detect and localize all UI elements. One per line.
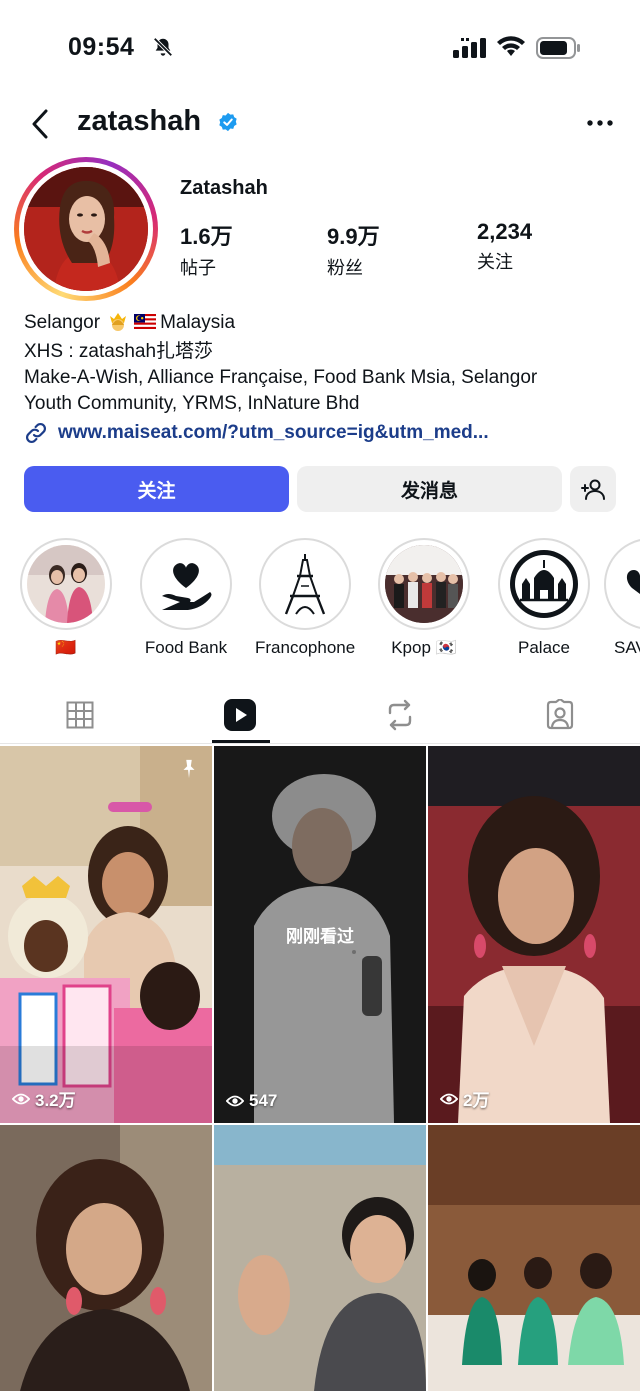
bell-muted-icon [152, 36, 174, 63]
avatar [24, 167, 148, 291]
tabs-divider [0, 743, 640, 744]
reel-thumbnail [0, 746, 212, 1123]
more-options-button[interactable] [580, 108, 620, 138]
highlight-label: Food Bank [144, 638, 228, 657]
follow-button-label: 关注 [137, 480, 176, 502]
eye-icon [440, 1093, 458, 1104]
status-bar: 09:54 [0, 0, 640, 96]
reel-tile[interactable] [428, 1125, 640, 1391]
bio: Selangor Malaysia XHS : zatashah扎塔莎 Make-… [24, 309, 624, 417]
follow-button[interactable]: 关注 [24, 466, 289, 512]
stat-following[interactable]: 2,234 关注 [477, 219, 532, 274]
tab-reposts[interactable] [320, 686, 480, 744]
recently-viewed-label: 刚刚看过 [286, 927, 354, 946]
highlight-label: Kpop 🇰🇷 [391, 638, 457, 657]
tagged-icon [546, 699, 574, 730]
eye-icon [12, 1093, 30, 1104]
profile-username: zatashah [77, 105, 202, 137]
bio-line-2: XHS : zatashah扎塔莎 [24, 341, 214, 362]
reel-thumbnail [0, 1125, 212, 1391]
story-ring[interactable] [14, 157, 158, 301]
pinned-icon [178, 758, 200, 785]
princess-emoji-icon [106, 309, 130, 339]
profile-tabs [0, 686, 640, 744]
bio-link[interactable]: www.maiseat.com/?utm_source=ig&utm_med..… [24, 421, 489, 445]
stat-posts-label: 帖子 [180, 258, 216, 278]
reels-icon [224, 699, 256, 731]
reel-views: 2万 [440, 1086, 489, 1111]
link-icon [25, 422, 47, 444]
stat-followers-value: 9.9万 [327, 224, 380, 249]
reel-thumbnail [428, 1125, 640, 1391]
display-name: Zatashah [180, 177, 268, 199]
stat-following-value: 2,234 [477, 219, 533, 244]
reposts-icon [388, 699, 412, 731]
bio-line-3: Make-A-Wish, Alliance Française, Food Ba… [24, 367, 538, 388]
highlight-cover-photo [27, 545, 105, 623]
back-button[interactable] [22, 104, 58, 144]
bio-location: Selangor Malaysia [24, 309, 624, 339]
highlight-label: Palace [518, 638, 570, 657]
bio-location-right: Malaysia [160, 312, 236, 333]
reel-tile[interactable]: 3.2万 [0, 746, 212, 1123]
highlight-label: SAV [614, 638, 640, 657]
suggested-users-button[interactable] [570, 466, 616, 512]
chevron-left-icon [32, 109, 48, 139]
add-person-icon [581, 479, 605, 500]
stat-followers-label: 粉丝 [327, 258, 363, 278]
reel-tile[interactable] [0, 1125, 212, 1391]
highlight-food-bank[interactable]: Food Bank [136, 538, 236, 658]
highlight-palace[interactable]: Palace [494, 538, 594, 658]
message-button-label: 发消息 [400, 480, 458, 502]
tab-reels[interactable] [160, 686, 320, 744]
grid-icon [66, 701, 94, 729]
highlight-cover-photo [385, 545, 463, 623]
highlight-label: 🇨🇳 [55, 638, 77, 657]
reel-views-count: 2万 [463, 1091, 490, 1110]
heart-hand-icon [147, 545, 225, 623]
bio-location-left: Selangor [24, 312, 101, 333]
reel-tile[interactable] [214, 1125, 426, 1391]
tab-tagged[interactable] [480, 686, 640, 744]
reel-tile[interactable]: 2万 [428, 746, 640, 1123]
eiffel-tower-icon [266, 545, 344, 623]
bio-line-4: Youth Community, YRMS, InNature Bhd [24, 393, 360, 414]
tab-posts-grid[interactable] [0, 686, 160, 744]
highlight-francophone[interactable]: Francophone [255, 538, 355, 658]
recently-viewed-overlay: 刚刚看过 [214, 746, 426, 1123]
battery-icon [536, 37, 582, 64]
stat-following-label: 关注 [477, 252, 513, 272]
stat-followers[interactable]: 9.9万 粉丝 [327, 219, 380, 280]
reel-views-count: 547 [249, 1091, 278, 1110]
profile-header: zatashah [0, 96, 640, 152]
bio-link-text: www.maiseat.com/?utm_source=ig&utm_med..… [58, 422, 489, 443]
status-time: 09:54 [68, 33, 135, 61]
highlight-sav[interactable]: SAV [604, 538, 640, 658]
cellular-signal-icon [453, 38, 487, 63]
wifi-icon [497, 36, 525, 63]
malaysia-flag-icon [134, 311, 157, 329]
eye-icon [226, 1095, 244, 1107]
verified-badge-icon [218, 112, 238, 137]
highlight-label: Francophone [255, 638, 356, 657]
reel-tile[interactable]: 刚刚看过 547 [214, 746, 426, 1123]
highlight-cover-icon [611, 545, 640, 623]
highlight-china[interactable]: 🇨🇳 [16, 538, 116, 658]
reel-thumbnail [428, 746, 640, 1123]
stat-posts-value: 1.6万 [180, 224, 233, 249]
palace-icon [505, 545, 583, 623]
stat-posts[interactable]: 1.6万 帖子 [180, 219, 233, 280]
reel-views: 547 [226, 1091, 277, 1111]
highlight-kpop[interactable]: Kpop 🇰🇷 [374, 538, 474, 658]
message-button[interactable]: 发消息 [297, 466, 562, 512]
reel-thumbnail [214, 1125, 426, 1391]
reel-views: 3.2万 [12, 1086, 76, 1111]
more-dots-icon [587, 120, 613, 126]
reel-views-count: 3.2万 [35, 1091, 76, 1110]
